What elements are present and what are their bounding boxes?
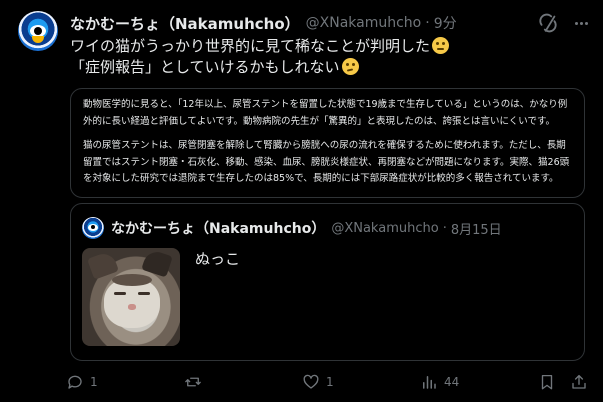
tweet[interactable]: なかむーちょ（Nakamuhcho） @XNakamuhcho · 9分 ワイの… bbox=[0, 0, 603, 402]
more-options-icon[interactable] bbox=[570, 12, 592, 34]
separator-dot: · bbox=[425, 15, 430, 31]
bookmark-button[interactable] bbox=[538, 370, 556, 394]
reply-button[interactable]: 1 bbox=[66, 370, 98, 394]
quote-author-handle: @XNakamuhcho bbox=[331, 220, 439, 236]
author-handle[interactable]: @XNakamuhcho bbox=[306, 15, 422, 31]
like-count: 1 bbox=[326, 375, 334, 389]
quote-author-display-name: なかむーちょ（Nakamuhcho） bbox=[111, 221, 326, 237]
tweet-text: ワイの猫がうっかり世界的に見て稀なことが判明した 「症例報告」としていけるかもし… bbox=[70, 36, 590, 78]
image-paragraph-1: 動物医学的に見ると、「12年以上、尿管ステントを留置した状態で19歳まで生存して… bbox=[83, 99, 568, 127]
thinking-face-emoji bbox=[341, 58, 359, 75]
heart-icon bbox=[303, 374, 319, 389]
author-avatar[interactable] bbox=[18, 11, 58, 51]
analytics-icon bbox=[423, 376, 436, 389]
tweet-header: なかむーちょ（Nakamuhcho） @XNakamuhcho · 9分 bbox=[70, 12, 457, 34]
view-count: 44 bbox=[444, 375, 460, 389]
like-button[interactable]: 1 bbox=[302, 370, 334, 394]
quoted-tweet[interactable]: なかむーちょ（Nakamuhcho） @XNakamuhcho · 8月15日 … bbox=[70, 203, 585, 361]
repost-icon bbox=[185, 377, 201, 387]
tweet-text-line-2: 「症例報告」としていけるかもしれない bbox=[70, 58, 340, 76]
post-time[interactable]: 9分 bbox=[434, 13, 457, 33]
quote-separator-dot: · bbox=[442, 220, 447, 236]
grok-icon[interactable] bbox=[537, 12, 559, 34]
share-icon bbox=[572, 374, 586, 389]
cat-photo[interactable] bbox=[82, 248, 180, 346]
action-bar: 1 1 44 bbox=[66, 370, 593, 394]
author-display-name[interactable]: なかむーちょ（Nakamuhcho） bbox=[70, 13, 300, 34]
reply-count: 1 bbox=[90, 375, 98, 389]
bookmark-icon bbox=[541, 374, 553, 390]
quote-text: ぬっこ bbox=[195, 250, 241, 268]
tweet-text-line-1: ワイの猫がうっかり世界的に見て稀なことが判明した bbox=[70, 37, 431, 55]
share-button[interactable] bbox=[570, 370, 588, 394]
views-button[interactable]: 44 bbox=[420, 370, 459, 394]
quote-time: 8月15日 bbox=[450, 222, 502, 238]
repost-button[interactable] bbox=[184, 370, 208, 394]
reply-icon bbox=[68, 375, 82, 389]
quote-header: なかむーちょ（Nakamuhcho） @XNakamuhcho · 8月15日 bbox=[111, 217, 502, 239]
attached-text-image[interactable]: 動物医学的に見ると、「12年以上、尿管ステントを留置した状態で19歳まで生存して… bbox=[70, 88, 585, 198]
image-paragraph-2: 猫の尿管ステントは、尿管閉塞を解除して腎臓から膀胱への尿の流れを確保するために使… bbox=[83, 140, 570, 184]
confused-face-emoji bbox=[432, 37, 450, 54]
quote-author-avatar[interactable] bbox=[82, 217, 104, 239]
